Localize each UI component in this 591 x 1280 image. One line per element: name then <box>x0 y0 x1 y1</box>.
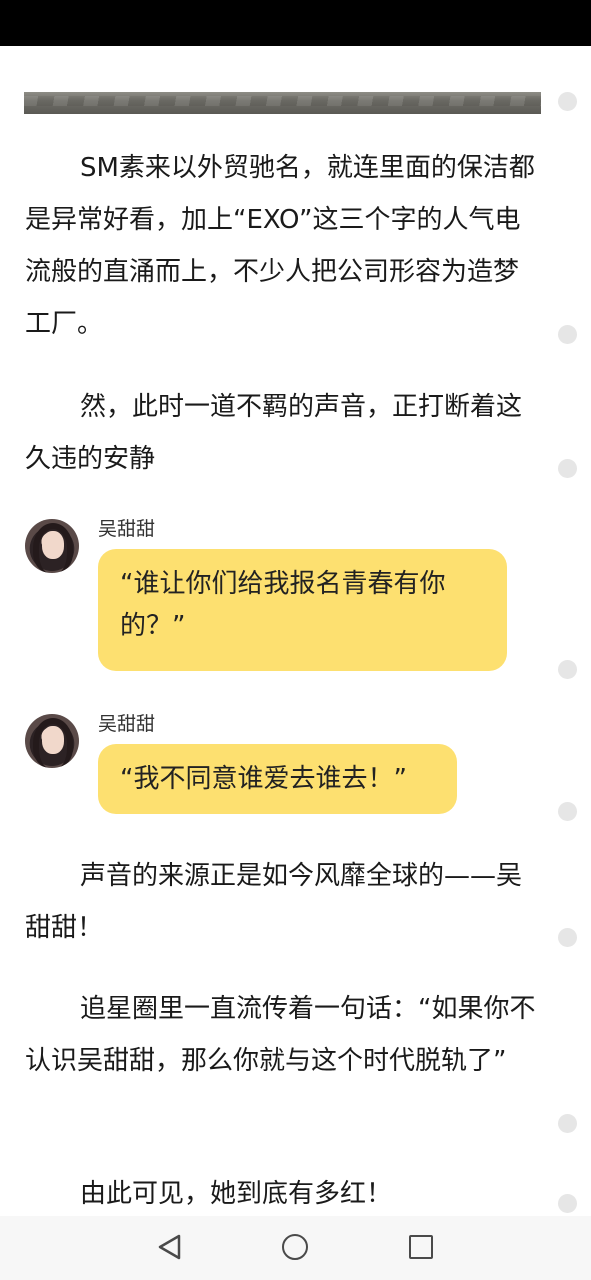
paragraph-text: SM素来以外贸驰名，就连里面的保洁都是异常好看，加上“EXO”这三个字的人气电流… <box>25 153 535 339</box>
status-bar <box>0 0 591 46</box>
chat-bubble: “我不同意谁爱去谁去！” <box>98 744 457 814</box>
story-image-bottom-edge <box>24 92 541 114</box>
speaker-name: 吴甜甜 <box>98 518 156 540</box>
comment-dot[interactable] <box>558 928 577 947</box>
comment-dot[interactable] <box>558 660 577 679</box>
story-paragraph: 声音的来源正是如今风靡全球的——吴甜甜！ <box>25 850 540 954</box>
chat-bubble: “谁让你们给我报名青春有你的？” <box>98 549 507 671</box>
story-paragraph: 然，此时一道不羁的声音，正打断着这久违的安静 <box>25 381 540 485</box>
back-triangle-icon[interactable] <box>157 1233 183 1261</box>
comment-dot[interactable] <box>558 92 577 111</box>
story-paragraph: 追星圈里一直流传着一句话：“如果你不认识吴甜甜，那么你就与这个时代脱轨了” <box>25 983 540 1087</box>
recent-apps-square-icon[interactable] <box>409 1235 433 1259</box>
comment-dot[interactable] <box>558 325 577 344</box>
comment-dot[interactable] <box>558 802 577 821</box>
comment-dot[interactable] <box>558 459 577 478</box>
comment-dot[interactable] <box>558 1114 577 1133</box>
avatar[interactable] <box>25 519 79 573</box>
avatar[interactable] <box>25 714 79 768</box>
home-circle-icon[interactable] <box>282 1234 308 1260</box>
paragraph-text: 声音的来源正是如今风靡全球的——吴甜甜！ <box>25 861 523 943</box>
paragraph-text: 追星圈里一直流传着一句话：“如果你不认识吴甜甜，那么你就与这个时代脱轨了” <box>25 994 536 1076</box>
story-paragraph: 由此可见，她到底有多红！ <box>25 1168 540 1220</box>
comment-dot[interactable] <box>558 1194 577 1213</box>
speaker-name: 吴甜甜 <box>98 713 156 735</box>
paragraph-text: 然，此时一道不羁的声音，正打断着这久违的安静 <box>25 392 523 474</box>
paragraph-text: 由此可见，她到底有多红！ <box>80 1179 393 1209</box>
story-paragraph: SM素来以外贸驰名，就连里面的保洁都是异常好看，加上“EXO”这三个字的人气电流… <box>25 142 540 350</box>
